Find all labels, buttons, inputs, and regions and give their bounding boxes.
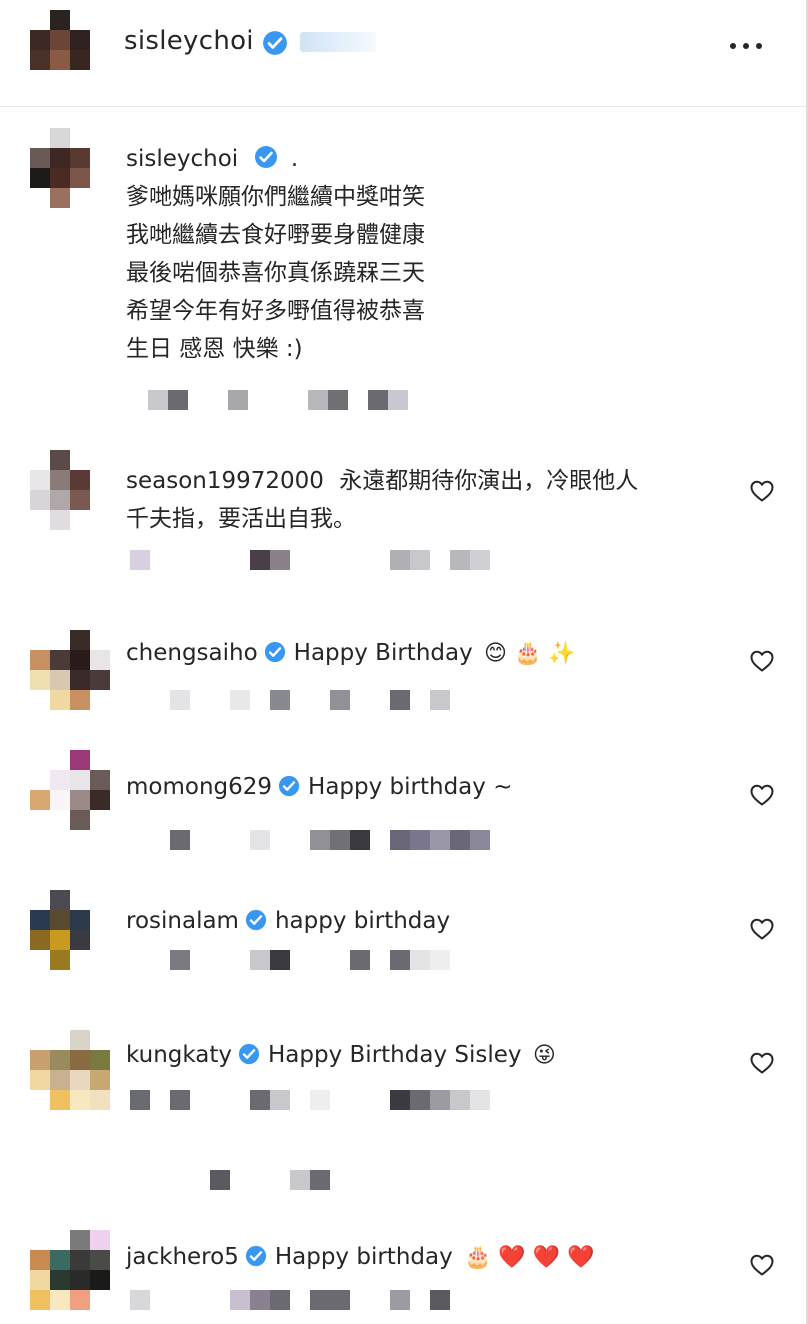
verified-badge-icon: [238, 1039, 260, 1065]
comment-username[interactable]: momong629: [126, 774, 272, 800]
like-heart-icon[interactable]: [750, 918, 774, 940]
comment-line: rosinalam happy birthday: [126, 902, 450, 940]
header-username[interactable]: sisleychoi: [124, 26, 254, 56]
like-heart-icon[interactable]: [750, 784, 774, 806]
caption-header-line: sisleychoi .: [126, 140, 298, 178]
caption-line-1: 爹哋媽咪願你們繼續中獎咁笑: [126, 184, 425, 210]
blurred-location: [300, 32, 376, 52]
post-header: sisleychoi: [0, 0, 806, 107]
verified-badge-icon: [264, 637, 286, 663]
comment-emoji: 😜: [532, 1043, 556, 1068]
comment-text: Happy birthday: [274, 1244, 453, 1270]
caption-line-4: 希望今年有好多嘢值得被恭喜: [126, 298, 425, 324]
verified-badge-icon: [278, 771, 300, 797]
header-avatar[interactable]: [30, 10, 90, 70]
comment-emoji: 😊 🎂 ✨: [484, 641, 576, 666]
comment-avatar[interactable]: [30, 750, 110, 830]
comment-avatar[interactable]: [30, 1030, 110, 1110]
comment-avatar[interactable]: [30, 1230, 110, 1310]
caption-line-2: 我哋繼續去食好嘢要身體健康: [126, 222, 425, 248]
comment-username[interactable]: rosinalam: [126, 908, 239, 934]
comment-username[interactable]: kungkaty: [126, 1042, 232, 1068]
caption-line-5: 生日 感恩 快樂 :): [126, 336, 303, 362]
caption-first-line: .: [290, 146, 299, 172]
like-heart-icon[interactable]: [750, 1254, 774, 1276]
comment-avatar[interactable]: [30, 890, 90, 970]
verified-badge-icon: [245, 1241, 267, 1267]
comment-text: happy birthday: [274, 908, 451, 934]
like-heart-icon[interactable]: [750, 650, 774, 672]
comment-text: Happy Birthday Sisley: [268, 1042, 522, 1068]
verified-badge-icon: [254, 143, 278, 168]
comment-text-continued: 千夫指，要活出自我。: [126, 506, 356, 532]
like-heart-icon[interactable]: [750, 480, 774, 502]
comment-line: season19972000 永遠都期待你演出，冷眼他人: [126, 462, 638, 500]
comment-line: chengsaiho Happy Birthday 😊 🎂 ✨: [126, 634, 576, 673]
caption-username[interactable]: sisleychoi: [126, 146, 238, 172]
comment-text: Happy birthday ~: [308, 774, 513, 800]
comment-text: Happy Birthday: [293, 640, 473, 666]
more-options-icon[interactable]: [726, 38, 766, 54]
verified-badge-icon: [262, 30, 288, 60]
comment-line: jackhero5 Happy birthday 🎂 ❤️ ❤️ ❤️: [126, 1238, 595, 1277]
comment-emoji: 🎂 ❤️ ❤️ ❤️: [464, 1245, 595, 1270]
comment-text: 永遠都期待你演出，冷眼他人: [339, 468, 639, 494]
caption-avatar[interactable]: [30, 128, 90, 208]
comment-line: momong629 Happy birthday ~: [126, 768, 512, 806]
comment-line: kungkaty Happy Birthday Sisley 😜: [126, 1036, 556, 1075]
comment-avatar[interactable]: [30, 450, 90, 530]
like-heart-icon[interactable]: [750, 1052, 774, 1074]
comment-username[interactable]: season19972000: [126, 468, 324, 494]
verified-badge-icon: [245, 905, 267, 931]
comment-username[interactable]: jackhero5: [126, 1244, 239, 1270]
caption-line-3: 最後啱個恭喜你真係蹺槑三天: [126, 260, 425, 286]
comment-avatar[interactable]: [30, 630, 110, 710]
comment-username[interactable]: chengsaiho: [126, 640, 258, 666]
